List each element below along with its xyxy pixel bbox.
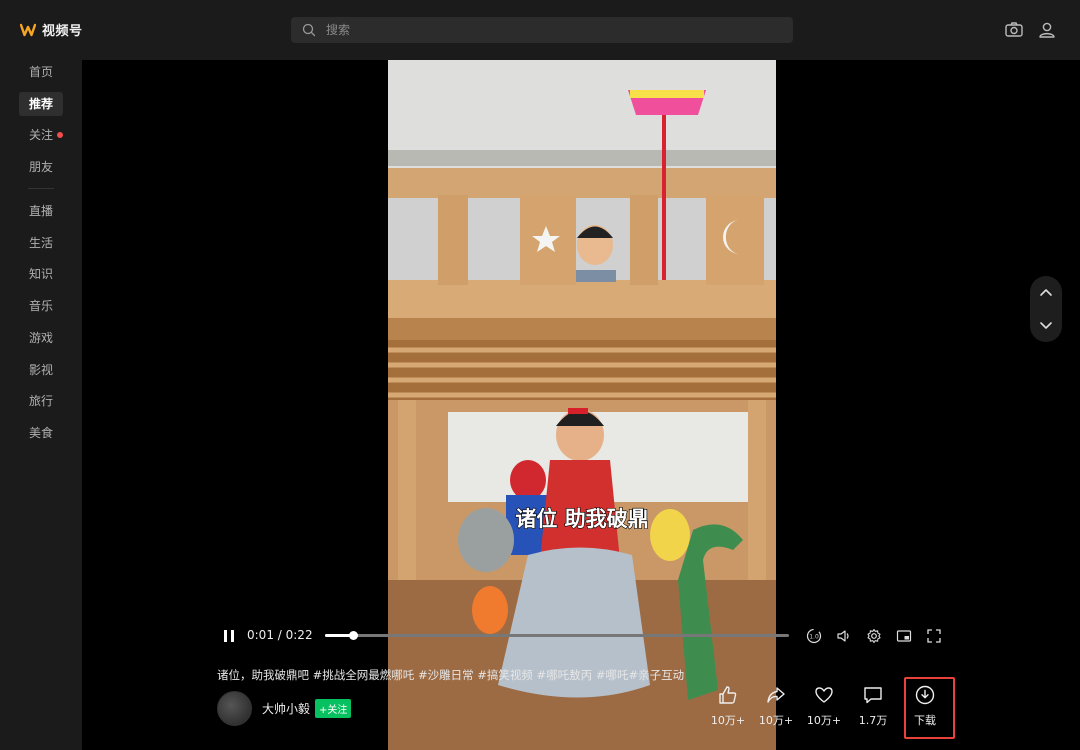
- sidebar: 首页 推荐 关注 朋友 直播 生活 知识 音乐 游戏 影视 旅行 美食: [0, 60, 82, 750]
- channels-logo-icon: [20, 23, 36, 36]
- sidebar-item-label: 音乐: [29, 299, 54, 313]
- sidebar-item-following[interactable]: 关注: [19, 123, 63, 147]
- sidebar-item-music[interactable]: 音乐: [19, 294, 63, 318]
- picture-in-picture-icon[interactable]: [896, 628, 912, 644]
- sidebar-item-label: 旅行: [29, 394, 54, 408]
- share-button[interactable]: 10万+: [754, 684, 798, 728]
- download-label: 下载: [914, 714, 936, 727]
- fullscreen-icon[interactable]: [926, 628, 942, 644]
- sidebar-divider: [28, 188, 54, 189]
- comment-button[interactable]: 1.7万: [851, 684, 895, 728]
- notification-dot: [57, 132, 63, 138]
- heart-icon: [815, 687, 833, 703]
- sidebar-item-travel[interactable]: 旅行: [19, 389, 63, 413]
- camera-icon[interactable]: [1004, 20, 1024, 40]
- sidebar-item-knowledge[interactable]: 知识: [19, 262, 63, 286]
- logo[interactable]: 视频号: [20, 20, 83, 39]
- logo-text: 视频号: [42, 24, 83, 39]
- sidebar-item-label: 关注: [29, 128, 54, 142]
- video-caption: 诸位，助我破鼎吧 #挑战全网最燃哪吒 #沙雕日常 #搞笑视频 #哪吒敖丙 #哪吒…: [217, 668, 685, 682]
- author-name[interactable]: 大帅小毅: [262, 700, 310, 717]
- favorite-count: 10万+: [806, 714, 842, 727]
- feed-navigation: [1030, 276, 1062, 342]
- sidebar-item-games[interactable]: 游戏: [19, 326, 63, 350]
- sidebar-item-label: 朋友: [29, 160, 54, 174]
- search-input[interactable]: [324, 22, 768, 38]
- follow-button[interactable]: +关注: [315, 698, 352, 718]
- favorite-button[interactable]: 10万+: [802, 684, 846, 728]
- sidebar-item-live[interactable]: 直播: [19, 199, 63, 223]
- download-button[interactable]: 下载: [903, 684, 947, 728]
- sidebar-item-film[interactable]: 影视: [19, 358, 63, 382]
- chevron-up-icon[interactable]: [1036, 283, 1056, 303]
- time-separator: /: [273, 628, 286, 642]
- sidebar-item-friends[interactable]: 朋友: [19, 155, 63, 179]
- like-count: 10万+: [710, 714, 746, 727]
- sidebar-item-label: 首页: [29, 65, 54, 79]
- chevron-down-icon[interactable]: [1036, 315, 1056, 335]
- sidebar-item-food[interactable]: 美食: [19, 421, 63, 445]
- time-display: 0:01 / 0:22: [247, 628, 313, 642]
- sidebar-item-label: 影视: [29, 363, 54, 377]
- top-bar: 视频号: [0, 0, 1080, 60]
- sidebar-item-label: 推荐: [29, 97, 54, 111]
- comment-count: 1.7万: [858, 714, 888, 727]
- settings-icon[interactable]: [866, 628, 882, 644]
- comment-icon: [864, 687, 882, 704]
- like-button[interactable]: 10万+: [706, 684, 750, 728]
- broom: [662, 110, 666, 280]
- speed-label: 1.0: [809, 634, 819, 641]
- share-count: 10万+: [758, 714, 794, 727]
- sidebar-item-label: 游戏: [29, 331, 54, 345]
- volume-icon[interactable]: [836, 628, 852, 644]
- sidebar-item-life[interactable]: 生活: [19, 231, 63, 255]
- search-icon: [302, 23, 316, 37]
- current-time: 0:01: [247, 628, 274, 642]
- search-bar[interactable]: [291, 17, 793, 43]
- sidebar-item-recommended[interactable]: 推荐: [19, 92, 63, 116]
- playback-speed-icon[interactable]: 1.0: [806, 628, 822, 644]
- sidebar-item-label: 知识: [29, 267, 54, 281]
- duration: 0:22: [285, 628, 313, 642]
- progress-bar[interactable]: [325, 631, 789, 640]
- sidebar-item-home[interactable]: 首页: [19, 60, 63, 84]
- avatar[interactable]: [217, 690, 252, 726]
- video-player: 诸位 助我破鼎 0:01 / 0:22 1.0 诸位，助我破鼎吧 #挑战全网最燃…: [82, 60, 1080, 750]
- video-subtitle: 诸位 助我破鼎: [515, 507, 648, 531]
- share-icon: [767, 687, 785, 703]
- sidebar-item-label: 直播: [29, 204, 54, 218]
- progress-handle[interactable]: [348, 631, 358, 640]
- pause-icon[interactable]: [222, 629, 236, 643]
- thumbs-up-icon: [719, 686, 737, 704]
- author-info: 大帅小毅 +关注: [217, 690, 352, 726]
- sidebar-item-label: 美食: [29, 426, 54, 440]
- sidebar-item-label: 生活: [29, 236, 54, 250]
- video-frame[interactable]: 诸位 助我破鼎: [388, 60, 776, 750]
- user-icon[interactable]: [1037, 20, 1057, 40]
- download-cloud-icon: [915, 685, 935, 705]
